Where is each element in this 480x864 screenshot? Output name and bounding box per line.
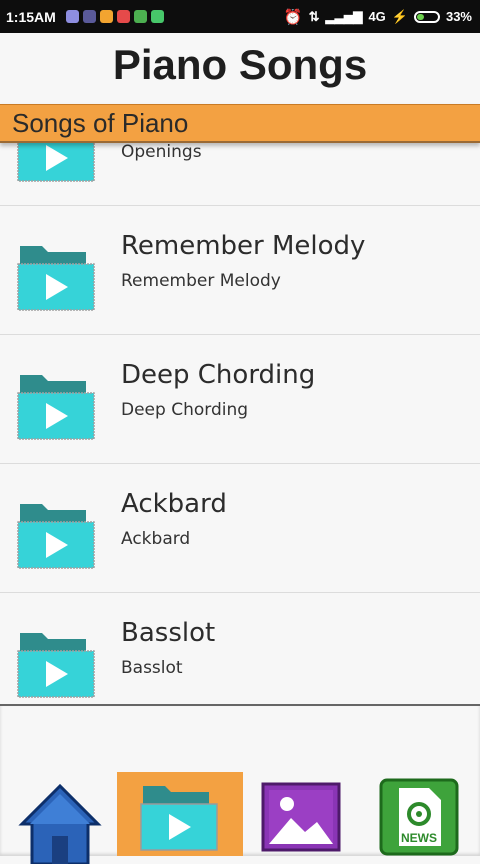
battery-icon xyxy=(413,10,440,23)
nav-home-button[interactable] xyxy=(12,772,108,864)
signal-icon: ▂▃▅▇ xyxy=(325,9,363,24)
battery-percent: 33% xyxy=(445,9,472,24)
folder-play-icon xyxy=(140,786,218,851)
folder-play-icon xyxy=(17,504,95,569)
video-icon xyxy=(116,10,130,23)
news-label: NEWS xyxy=(401,831,437,845)
home-icon xyxy=(18,783,102,864)
song-subtitle: Ackbard xyxy=(121,529,191,549)
nav-gallery-button[interactable] xyxy=(258,772,344,856)
alarm-icon: ⏰ xyxy=(283,8,303,26)
page-title: Piano Songs xyxy=(112,41,368,88)
song-list[interactable]: OpeningsOpenings Remember MelodyRemember… xyxy=(0,104,480,704)
gallery-icon xyxy=(261,782,341,852)
song-title: Ackbard xyxy=(121,489,227,519)
song-list-item[interactable]: Remember Melody Remember Melody xyxy=(0,206,480,335)
song-subtitle: Remember Melody xyxy=(121,271,281,291)
folder-play-icon xyxy=(17,375,95,440)
song-title: Deep Chording xyxy=(121,360,316,390)
folder-play-icon xyxy=(17,246,95,311)
song-list-item[interactable]: Deep Chording Deep Chording xyxy=(0,335,480,464)
nav-news-button[interactable]: NEWS xyxy=(376,772,462,856)
charging-icon: ⚡ xyxy=(391,8,408,24)
song-list-item[interactable]: Basslot Basslot xyxy=(0,593,480,704)
app-header: Piano Songs xyxy=(0,33,480,105)
hd-icon xyxy=(82,10,96,23)
folder-play-icon xyxy=(17,633,95,698)
store-icon xyxy=(133,10,147,23)
banner-title: Songs of Piano xyxy=(12,108,189,138)
shopping-icon xyxy=(99,10,113,23)
network-type: 4G xyxy=(368,9,386,24)
status-time: 1:15AM xyxy=(6,8,56,25)
nav-songs-button[interactable] xyxy=(117,772,243,856)
song-subtitle: Deep Chording xyxy=(121,400,249,420)
song-subtitle: Openings xyxy=(121,142,202,162)
news-icon: NEWS xyxy=(379,778,459,856)
data-transfer-icon: ⇅ xyxy=(308,8,320,24)
bottom-nav: NEWS xyxy=(0,704,480,864)
android-icon xyxy=(150,10,164,23)
section-banner: Songs of Piano xyxy=(0,104,480,143)
song-list-item[interactable]: Ackbard Ackbard xyxy=(0,464,480,593)
song-subtitle: Basslot xyxy=(121,658,183,678)
song-title: Remember Melody xyxy=(121,231,366,261)
song-title: Basslot xyxy=(121,618,216,648)
status-bar: 1:15AM ⏰ ⇅ ▂▃▅▇ 4G ⚡ 33% xyxy=(0,0,480,33)
chat-icon xyxy=(65,10,79,23)
